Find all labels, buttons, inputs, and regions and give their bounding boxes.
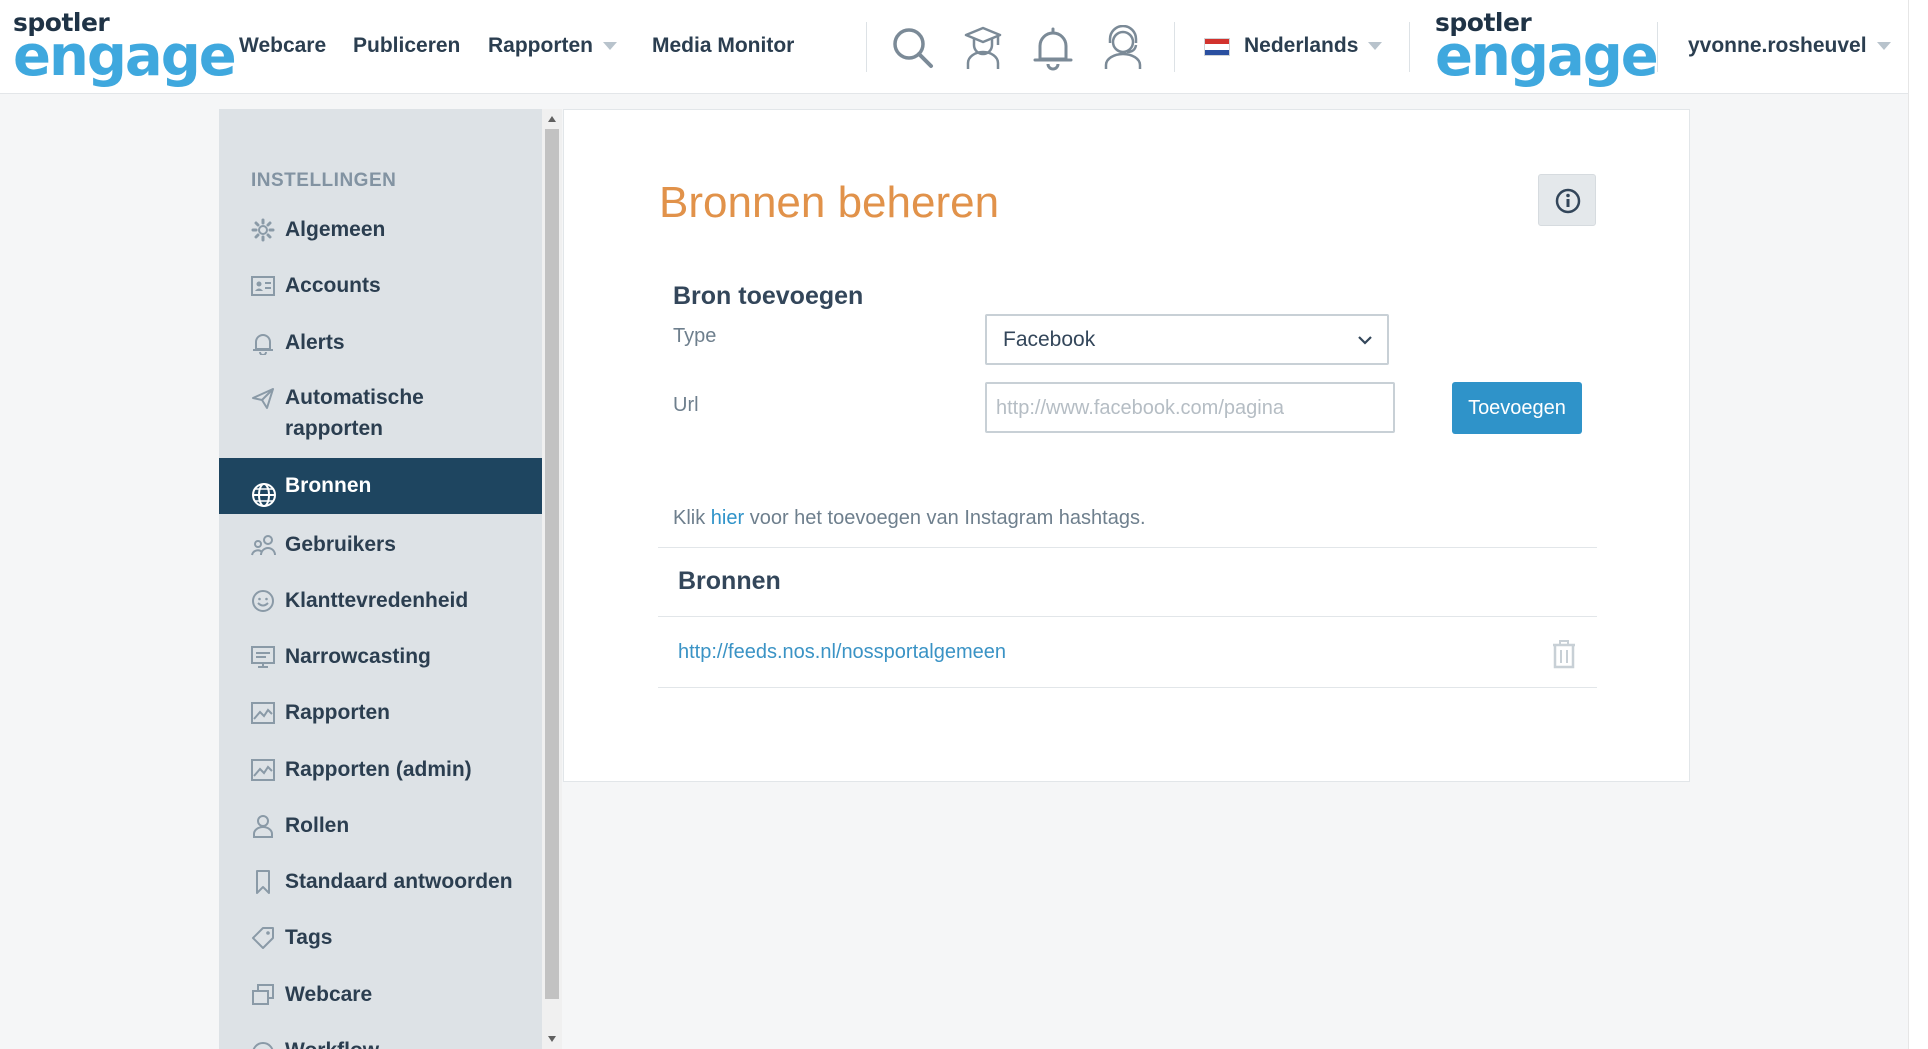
- info-icon: [1555, 188, 1581, 214]
- sidebar-item-gebruikers[interactable]: Gebruikers: [219, 529, 542, 560]
- logo-big-text: engage: [1435, 24, 1659, 89]
- divider: [658, 547, 1597, 548]
- page-title: Bronnen beheren: [659, 178, 1000, 227]
- type-select[interactable]: Facebook: [985, 314, 1389, 365]
- search-icon[interactable]: [890, 25, 936, 71]
- sidebar-item-label: Standaard antwoorden: [285, 870, 513, 893]
- globe-icon: [251, 474, 276, 507]
- sidebar-item-label: Webcare: [285, 983, 373, 1006]
- sidebar-item-label: Tags: [285, 926, 333, 949]
- trash-icon[interactable]: [1551, 639, 1577, 669]
- nav-rapporten-label: Rapporten: [488, 34, 593, 57]
- smiley-icon: [251, 589, 275, 613]
- sidebar-item-label: Klanttevredenheid: [285, 589, 469, 612]
- sidebar-item-automatische-rapporten[interactable]: Automatische rapporten: [219, 382, 542, 444]
- sidebar-item-algemeen[interactable]: Algemeen: [219, 214, 542, 245]
- divider: [866, 22, 867, 72]
- divider: [1409, 22, 1410, 72]
- bell-icon: [251, 331, 275, 356]
- sidebar-item-alerts[interactable]: Alerts: [219, 327, 542, 358]
- sidebar-item-label: Narrowcasting: [285, 645, 431, 668]
- sidebar-item-rapporten[interactable]: Rapporten: [219, 697, 542, 728]
- sidebar-item-label: Workflow: [251, 1035, 542, 1049]
- sidebar-item-bronnen[interactable]: Bronnen: [219, 458, 542, 514]
- spotler-engage-logo[interactable]: spotler engage: [13, 10, 237, 89]
- divider: [658, 616, 1597, 617]
- nav-rapporten[interactable]: Rapporten: [488, 34, 617, 58]
- language-selector[interactable]: Nederlands: [1204, 34, 1383, 58]
- tag-icon: [251, 926, 275, 950]
- chevron-down-icon: [603, 42, 617, 51]
- divider: [1657, 22, 1658, 72]
- paper-plane-icon: [251, 386, 275, 410]
- scrollbar-thumb[interactable]: [545, 129, 559, 999]
- nav-publiceren[interactable]: Publiceren: [353, 34, 460, 58]
- support-icon[interactable]: [1100, 24, 1146, 71]
- info-button[interactable]: [1538, 174, 1596, 226]
- top-navigation-bar: spotler engage Webcare Publiceren Rappor…: [0, 0, 1908, 94]
- add-source-heading: Bron toevoegen: [673, 282, 864, 310]
- sidebar-item-label: Gebruikers: [285, 533, 396, 556]
- chevron-down-icon: [1358, 336, 1372, 345]
- sidebar-item-label: Accounts: [285, 274, 381, 297]
- chart-image-icon: [251, 701, 275, 725]
- nav-webcare[interactable]: Webcare: [239, 34, 326, 58]
- workflow-icon: [251, 1039, 275, 1049]
- url-label: Url: [673, 394, 699, 416]
- scroll-down-arrow-icon[interactable]: [548, 1036, 556, 1042]
- sidebar-item-label: Algemeen: [285, 218, 386, 241]
- sidebar-item-accounts[interactable]: Accounts: [219, 270, 542, 301]
- hint-text-after: voor het toevoegen van Instagram hashtag…: [744, 507, 1146, 529]
- logo-big-text: engage: [13, 24, 237, 89]
- spotler-engage-logo-right: spotler engage: [1435, 10, 1659, 89]
- sidebar-item-klanttevredenheid[interactable]: Klanttevredenheid: [219, 585, 542, 616]
- sidebar-item-workflow[interactable]: Workflow: [219, 1035, 542, 1049]
- sidebar-scrollbar[interactable]: [542, 109, 562, 1049]
- sidebar-item-webcare[interactable]: Webcare: [219, 979, 542, 1010]
- window-scrollbar[interactable]: [1908, 0, 1928, 1049]
- academy-icon[interactable]: [960, 25, 1006, 71]
- sidebar-heading: INSTELLINGEN: [251, 170, 397, 191]
- sources-panel: Bronnen beheren Bron toevoegen Type Face…: [563, 109, 1690, 782]
- sidebar-item-label: Automatische rapporten: [285, 386, 424, 440]
- settings-sidebar: INSTELLINGEN Algemeen Accounts Alerts Au…: [219, 109, 542, 1049]
- language-label: Nederlands: [1244, 34, 1359, 57]
- nav-media-monitor[interactable]: Media Monitor: [652, 34, 794, 58]
- instagram-hint: Klik hier voor het toevoegen van Instagr…: [673, 507, 1146, 530]
- url-input[interactable]: http://www.facebook.com/pagina: [985, 382, 1395, 433]
- monitor-icon: [251, 645, 275, 669]
- chevron-down-icon: [1368, 42, 1383, 51]
- sidebar-item-label: Alerts: [285, 331, 345, 354]
- divider: [658, 687, 1597, 688]
- users-icon: [251, 533, 276, 557]
- chevron-down-icon: [1876, 42, 1891, 51]
- id-card-icon: [251, 274, 275, 298]
- sidebar-item-standaard-antwoorden[interactable]: Standaard antwoorden: [219, 866, 542, 897]
- gear-icon: [251, 218, 275, 242]
- add-source-button[interactable]: Toevoegen: [1452, 382, 1582, 434]
- sidebar-item-label: Bronnen: [285, 474, 372, 497]
- scroll-up-arrow-icon[interactable]: [548, 116, 556, 122]
- windows-icon: [251, 983, 275, 1007]
- type-label: Type: [673, 325, 717, 347]
- divider: [1174, 22, 1175, 72]
- bell-icon[interactable]: [1030, 25, 1076, 71]
- username: yvonne.rosheuvel: [1688, 34, 1867, 57]
- chart-image-icon: [251, 758, 275, 782]
- instagram-hashtags-link[interactable]: hier: [711, 507, 744, 529]
- sidebar-item-rapporten-admin[interactable]: Rapporten (admin): [219, 754, 542, 785]
- type-select-value: Facebook: [1003, 328, 1096, 351]
- sidebar-item-label: Rapporten: [285, 701, 390, 724]
- sidebar-item-tags[interactable]: Tags: [219, 922, 542, 953]
- bookmark-icon: [251, 870, 275, 894]
- sources-heading: Bronnen: [678, 567, 781, 595]
- sidebar-item-label: Rollen: [285, 814, 350, 837]
- source-url-link[interactable]: http://feeds.nos.nl/nossportalgemeen: [678, 641, 1006, 664]
- sidebar-item-narrowcasting[interactable]: Narrowcasting: [219, 641, 542, 672]
- sidebar-item-rollen[interactable]: Rollen: [219, 810, 542, 841]
- user-menu[interactable]: yvonne.rosheuvel: [1688, 34, 1891, 58]
- hint-text-before: Klik: [673, 507, 711, 529]
- user-icon: [251, 814, 275, 838]
- sidebar-item-label: Rapporten (admin): [285, 758, 472, 781]
